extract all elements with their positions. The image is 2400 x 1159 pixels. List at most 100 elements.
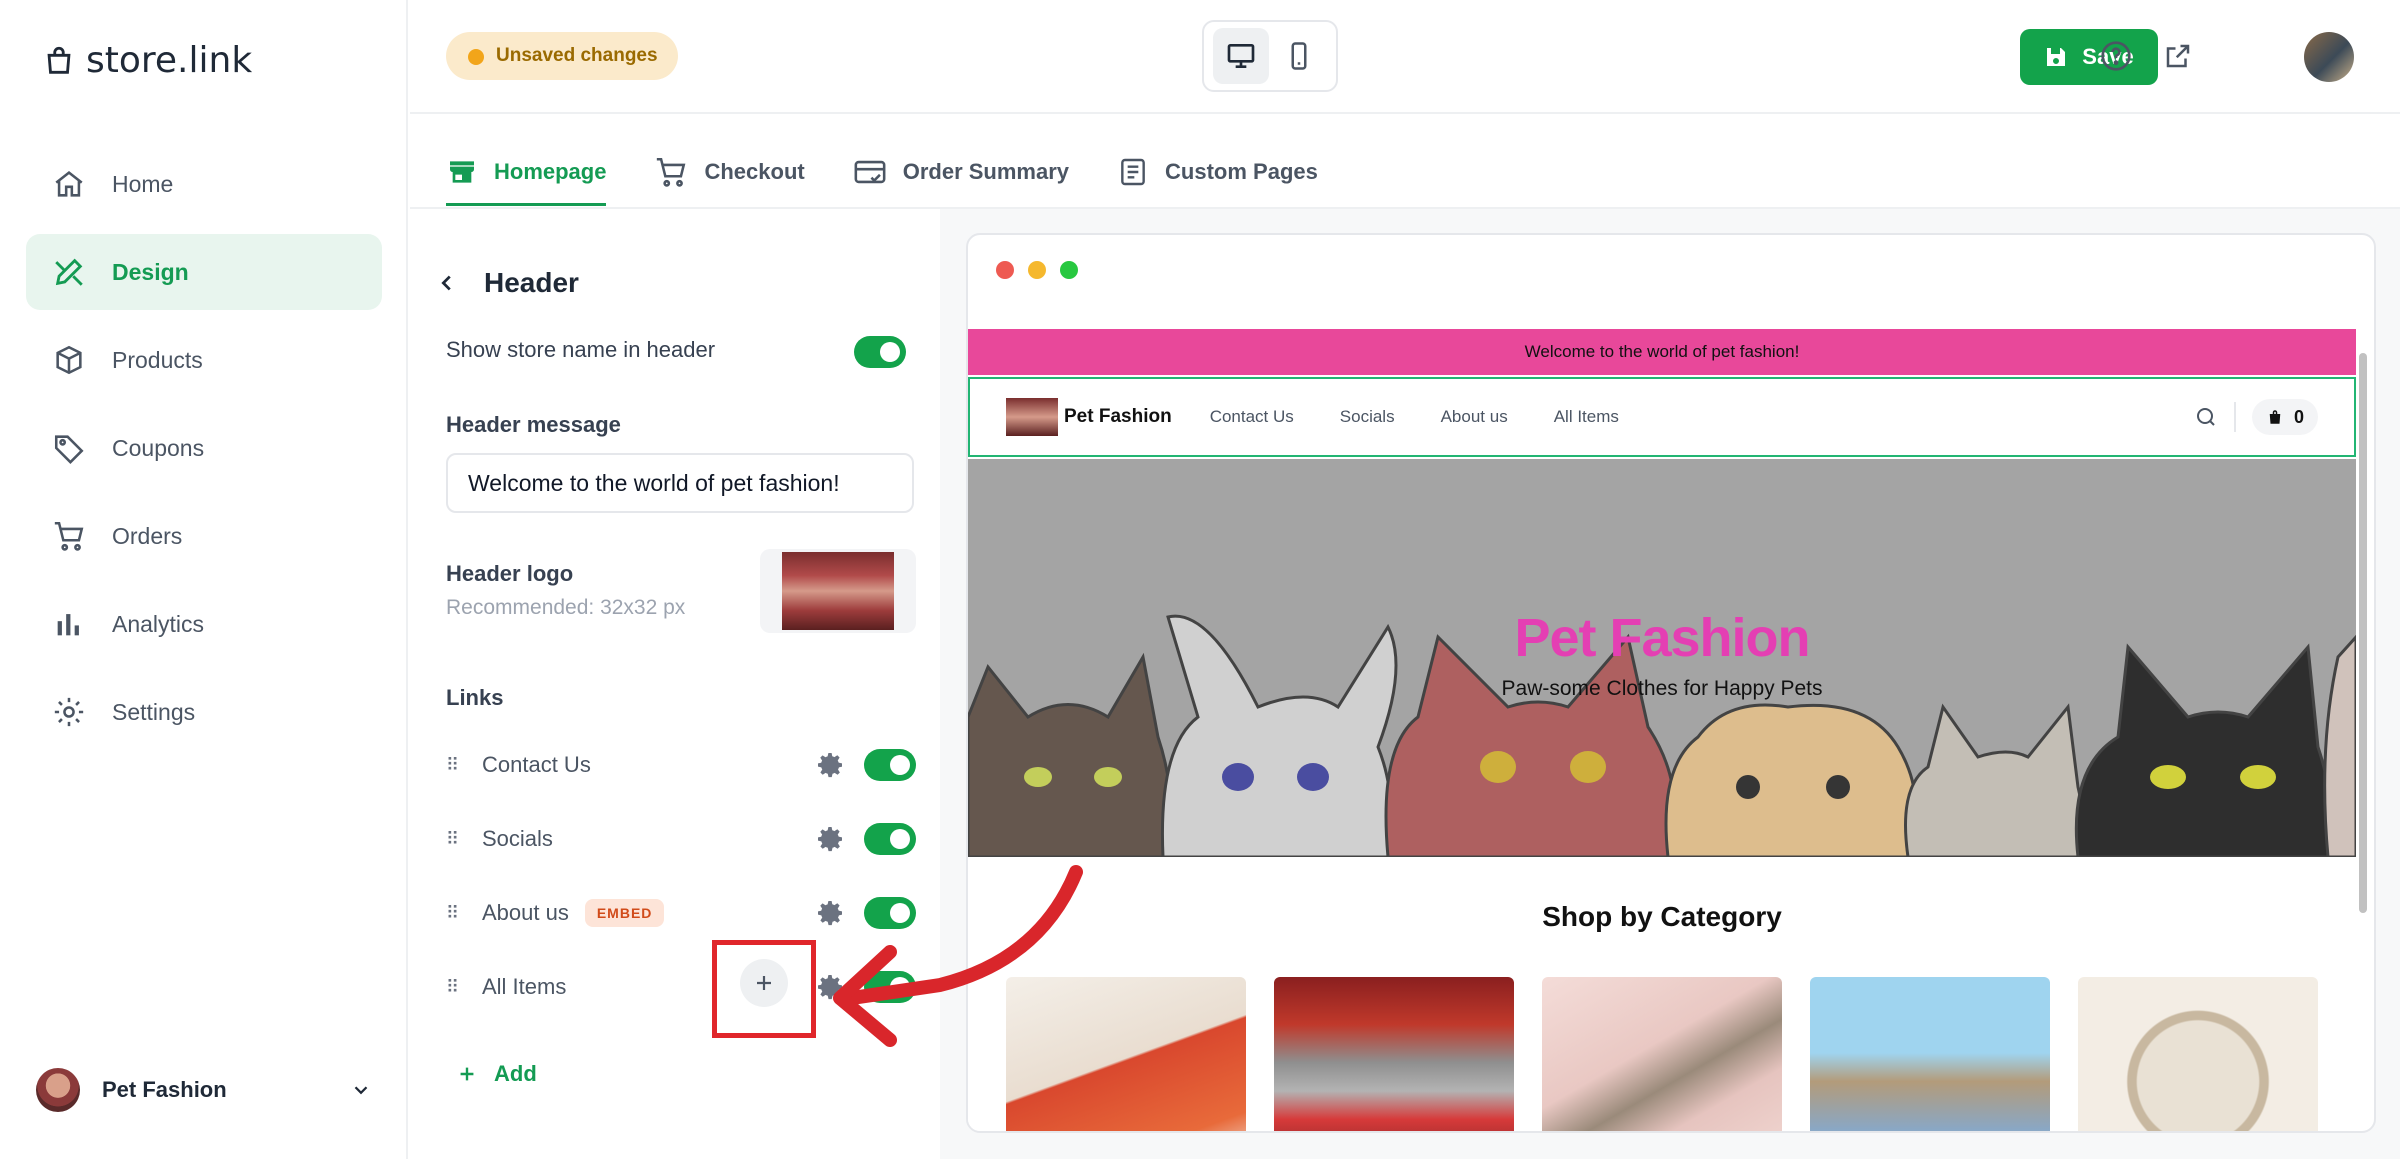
gear-icon[interactable] (814, 823, 846, 855)
sidebar-item-coupons[interactable]: Coupons (26, 410, 382, 486)
user-avatar[interactable] (2304, 32, 2354, 82)
search-icon[interactable] (2194, 405, 2218, 429)
sidebar-item-orders[interactable]: Orders (26, 498, 382, 574)
panel-title: Header (484, 267, 579, 298)
category-heading: Shop by Category (1542, 901, 1782, 932)
site-nav-all-items[interactable]: All Items (1554, 407, 1619, 427)
sidebar-item-settings[interactable]: Settings (26, 674, 382, 750)
sidebar-item-label: Analytics (112, 610, 205, 637)
store-site: Welcome to the world of pet fashion! Pet… (968, 329, 2356, 1131)
store-avatar (36, 1068, 80, 1112)
hero-title: Pet Fashion (1514, 608, 1810, 668)
unsaved-changes-badge: Unsaved changes (446, 32, 678, 80)
category-card[interactable] (1274, 977, 1514, 1131)
preview-scrollbar[interactable] (2356, 329, 2370, 1131)
link-row-about-us: ⠿ About us EMBED (446, 893, 916, 933)
category-card[interactable] (1542, 977, 1782, 1131)
tag-icon (54, 435, 84, 464)
chevron-down-icon (354, 1086, 368, 1095)
design-icon (55, 258, 83, 286)
link-label: About us (482, 900, 569, 925)
sidebar-item-label: Settings (112, 698, 196, 725)
link-toggle[interactable] (864, 897, 916, 929)
gear-icon[interactable] (814, 897, 846, 929)
drag-handle-icon[interactable]: ⠿ (446, 901, 462, 925)
scrollbar-thumb[interactable] (2359, 353, 2367, 913)
link-toggle[interactable] (864, 749, 916, 781)
gear-icon[interactable] (814, 749, 846, 781)
tab-checkout[interactable]: Checkout (654, 140, 805, 204)
device-toggle (1202, 20, 1338, 92)
highlight-annotation-box (712, 940, 816, 1038)
header-logo-hint: Recommended: 32x32 px (446, 596, 686, 619)
bar-chart-icon (57, 614, 79, 636)
drag-handle-icon[interactable]: ⠿ (446, 753, 462, 777)
sidebar-item-design[interactable]: Design (26, 234, 382, 310)
link-toggle[interactable] (864, 971, 916, 1003)
open-store-button[interactable] (2160, 38, 2196, 74)
desktop-view-button[interactable] (1213, 28, 1269, 84)
category-card[interactable] (1810, 977, 2050, 1131)
site-nav-about-us[interactable]: About us (1441, 407, 1508, 427)
shopping-bag-icon (47, 46, 71, 74)
panel-header: Header (436, 267, 579, 299)
sidebar-item-analytics[interactable]: Analytics (26, 586, 382, 662)
site-store-name[interactable]: Pet Fashion (1064, 406, 1172, 428)
box-icon (56, 345, 82, 375)
back-chevron-icon[interactable] (436, 272, 458, 294)
window-controls (996, 261, 1078, 279)
link-label: All Items (482, 974, 567, 999)
link-row-socials: ⠿ Socials (446, 819, 916, 859)
add-link-button[interactable]: Add (456, 1061, 537, 1087)
top-bar: Unsaved changes Save (410, 0, 2400, 114)
drag-handle-icon[interactable]: ⠿ (446, 827, 462, 851)
announcement-bar: Welcome to the world of pet fashion! (968, 329, 2356, 375)
site-nav-socials[interactable]: Socials (1340, 407, 1395, 427)
home-icon (55, 171, 83, 197)
plus-icon (460, 1067, 474, 1081)
cart-icon (54, 521, 84, 551)
tab-label: Order Summary (902, 159, 1070, 184)
tab-order-summary[interactable]: Order Summary (853, 140, 1069, 204)
cart-count: 0 (2293, 406, 2304, 427)
save-button[interactable]: Save (2020, 29, 2158, 85)
drag-handle-icon[interactable]: ⠿ (446, 975, 462, 999)
category-card[interactable] (2078, 977, 2318, 1131)
external-link-icon (2166, 44, 2190, 68)
header-logo-upload[interactable] (760, 549, 916, 633)
gear-icon (54, 697, 84, 727)
site-logo[interactable] (1006, 398, 1058, 436)
sidebar-item-label: Products (112, 346, 203, 373)
storefront-icon (450, 160, 474, 183)
header-logo-label: Header logo (446, 561, 574, 586)
sidebar-item-home[interactable]: Home (26, 146, 382, 222)
sidebar-item-products[interactable]: Products (26, 322, 382, 398)
brand-name: store.link (86, 40, 253, 81)
brand-logo[interactable]: store.link (42, 40, 252, 81)
header-logo-image (782, 552, 894, 630)
category-card[interactable] (1006, 977, 1246, 1131)
editor-tabs: Homepage Checkout Order Summary Custom P… (446, 140, 1318, 208)
site-cart-button[interactable]: 0 (2251, 399, 2318, 435)
tab-label: Custom Pages (1165, 159, 1318, 184)
tab-custom-pages[interactable]: Custom Pages (1117, 140, 1318, 204)
show-store-name-toggle[interactable] (854, 336, 906, 368)
help-button[interactable] (2098, 38, 2134, 74)
link-row-contact-us: ⠿ Contact Us (446, 745, 916, 785)
tab-homepage[interactable]: Homepage (446, 140, 607, 206)
link-toggle[interactable] (864, 823, 916, 855)
sidebar-item-label: Home (112, 170, 174, 197)
embed-badge: EMBED (584, 899, 665, 927)
header-editor-panel: Header Show store name in header Header … (410, 209, 940, 1159)
header-message-label: Header message (446, 412, 621, 437)
cart-icon (657, 157, 686, 187)
browser-frame: Welcome to the world of pet fashion! Pet… (966, 233, 2376, 1133)
store-switcher[interactable]: Pet Fashion (36, 1066, 372, 1114)
mobile-view-button[interactable] (1271, 28, 1327, 84)
header-message-input[interactable] (446, 453, 914, 513)
floppy-disk-icon (2047, 48, 2066, 66)
tab-label: Checkout (704, 159, 805, 184)
gear-icon[interactable] (814, 971, 846, 1003)
site-nav-contact-us[interactable]: Contact Us (1210, 407, 1294, 427)
links-label: Links (446, 685, 504, 710)
